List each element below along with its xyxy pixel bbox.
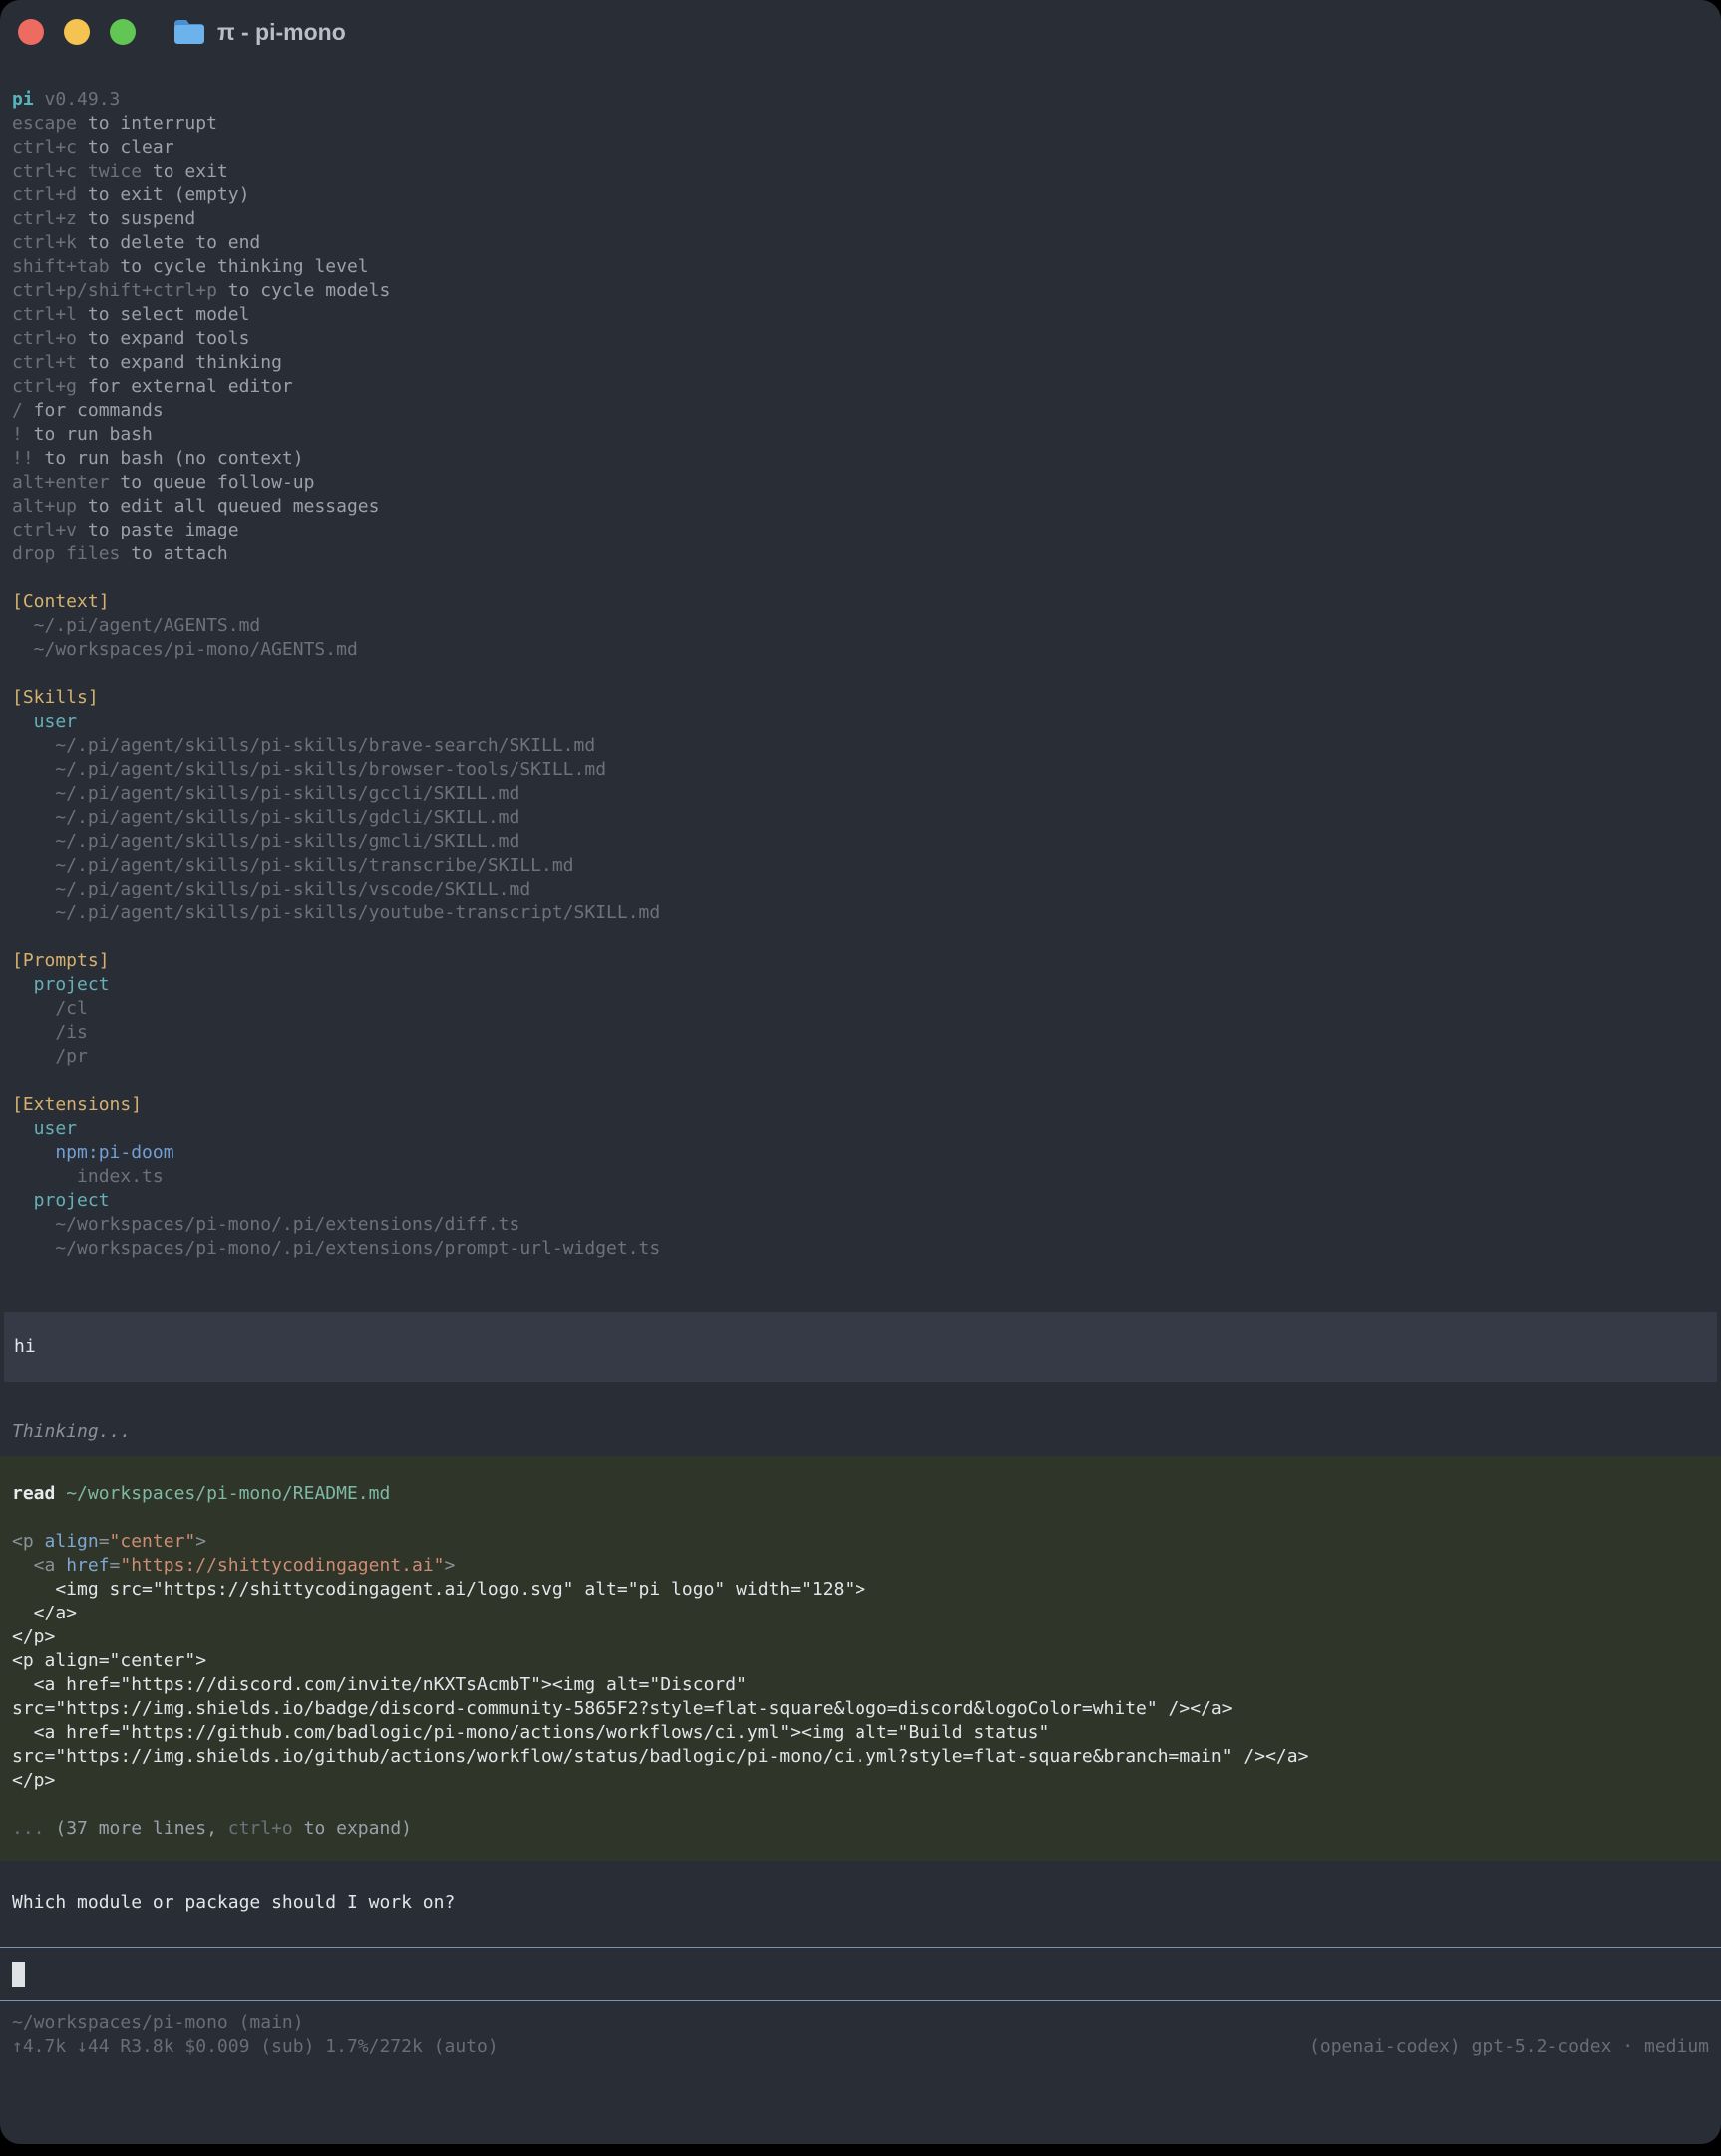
terminal-line: ~/.pi/agent/skills/pi-skills/brave-searc… [12, 734, 1709, 758]
terminal-line: ctrl+d to exit (empty) [12, 183, 1709, 207]
terminal-line: !! to run bash (no context) [12, 447, 1709, 471]
window-title: π - pi-mono [217, 20, 346, 44]
terminal-line: ~/workspaces/pi-mono/.pi/extensions/prom… [12, 1237, 1709, 1260]
terminal-window: π - pi-mono pi v0.49.3escape to interrup… [0, 0, 1721, 2144]
terminal-line: [Prompts] [12, 949, 1709, 973]
session-info-block: pi v0.49.3escape to interruptctrl+c to c… [0, 64, 1721, 1260]
terminal-line: src="https://img.shields.io/github/actio… [12, 1745, 1709, 1769]
terminal-line [12, 566, 1709, 590]
terminal-line: ctrl+c twice to exit [12, 160, 1709, 183]
terminal-line: alt+up to edit all queued messages [12, 495, 1709, 519]
terminal-line: ~/.pi/agent/skills/pi-skills/youtube-tra… [12, 901, 1709, 925]
terminal-line: ~/.pi/agent/skills/pi-skills/gmcli/SKILL… [12, 830, 1709, 854]
terminal-line: npm:pi-doom [12, 1141, 1709, 1165]
status-model: (openai-codex) gpt-5.2-codex · medium [1309, 2035, 1709, 2059]
terminal-line: drop files to attach [12, 542, 1709, 566]
terminal-line: </p> [12, 1625, 1709, 1649]
terminal-line: ctrl+z to suspend [12, 207, 1709, 231]
terminal-content: pi v0.49.3escape to interruptctrl+c to c… [0, 64, 1721, 2059]
terminal-line: <a href="https://discord.com/invite/nKXT… [12, 1673, 1709, 1697]
terminal-line: /pr [12, 1045, 1709, 1069]
terminal-line [12, 1069, 1709, 1093]
terminal-line: project [12, 1189, 1709, 1213]
terminal-line: </a> [12, 1602, 1709, 1625]
terminal-line: ~/workspaces/pi-mono/AGENTS.md [12, 638, 1709, 662]
assistant-message: Which module or package should I work on… [12, 1891, 1709, 1915]
terminal-line: index.ts [12, 1165, 1709, 1189]
text-cursor-icon [12, 1962, 25, 1987]
terminal-line: ~/.pi/agent/skills/pi-skills/gdcli/SKILL… [12, 806, 1709, 830]
maximize-button[interactable] [110, 19, 136, 45]
title-bar: π - pi-mono [0, 0, 1721, 64]
terminal-line: ctrl+t to expand thinking [12, 351, 1709, 375]
terminal-line: project [12, 973, 1709, 997]
status-row: ↑4.7k ↓44 R3.8k $0.009 (sub) 1.7%/272k (… [12, 2035, 1709, 2059]
terminal-line [12, 662, 1709, 686]
prompt-input[interactable] [0, 1947, 1721, 2001]
terminal-line: escape to interrupt [12, 112, 1709, 136]
terminal-line: / for commands [12, 399, 1709, 423]
terminal-line [12, 925, 1709, 949]
terminal-line: ctrl+o to expand tools [12, 327, 1709, 351]
terminal-line: shift+tab to cycle thinking level [12, 255, 1709, 279]
terminal-line: ~/.pi/agent/skills/pi-skills/browser-too… [12, 758, 1709, 782]
terminal-line: src="https://img.shields.io/badge/discor… [12, 1697, 1709, 1721]
minimize-button[interactable] [64, 19, 90, 45]
terminal-line: ! to run bash [12, 423, 1709, 447]
folder-icon [173, 19, 205, 45]
terminal-line: <p align="center"> [12, 1530, 1709, 1554]
terminal-line: <p align="center"> [12, 1649, 1709, 1673]
terminal-line: [Skills] [12, 686, 1709, 710]
read-tool-block: read ~/workspaces/pi-mono/README.md <p a… [0, 1456, 1721, 1861]
terminal-line: <a href="https://shittycodingagent.ai"> [12, 1554, 1709, 1578]
terminal-line: read ~/workspaces/pi-mono/README.md [12, 1482, 1709, 1506]
terminal-line: [Extensions] [12, 1093, 1709, 1117]
terminal-line [12, 1506, 1709, 1530]
terminal-line: ~/.pi/agent/skills/pi-skills/gccli/SKILL… [12, 782, 1709, 806]
terminal-line: ~/.pi/agent/AGENTS.md [12, 614, 1709, 638]
terminal-line: pi v0.49.3 [12, 88, 1709, 112]
terminal-line [12, 1793, 1709, 1817]
terminal-line: [Context] [12, 590, 1709, 614]
terminal-line: ~/.pi/agent/skills/pi-skills/vscode/SKIL… [12, 878, 1709, 901]
terminal-line: ~/.pi/agent/skills/pi-skills/transcribe/… [12, 854, 1709, 878]
terminal-line: alt+enter to queue follow-up [12, 471, 1709, 495]
terminal-line: ctrl+p/shift+ctrl+p to cycle models [12, 279, 1709, 303]
terminal-line: ctrl+k to delete to end [12, 231, 1709, 255]
thinking-indicator: Thinking... [12, 1420, 1709, 1444]
terminal-line: user [12, 1117, 1709, 1141]
terminal-line: /is [12, 1021, 1709, 1045]
terminal-line: </p> [12, 1769, 1709, 1793]
terminal-line: <a href="https://github.com/badlogic/pi-… [12, 1721, 1709, 1745]
terminal-line: user [12, 710, 1709, 734]
terminal-line: /cl [12, 997, 1709, 1021]
user-message-text: hi [14, 1336, 36, 1357]
close-button[interactable] [18, 19, 44, 45]
status-bar: ~/workspaces/pi-mono (main) ↑4.7k ↓44 R3… [0, 2001, 1721, 2059]
user-message: hi [4, 1312, 1717, 1382]
terminal-line: ctrl+l to select model [12, 303, 1709, 327]
terminal-line: ctrl+v to paste image [12, 519, 1709, 542]
terminal-line: ~/workspaces/pi-mono/.pi/extensions/diff… [12, 1213, 1709, 1237]
status-token-stats: ↑4.7k ↓44 R3.8k $0.009 (sub) 1.7%/272k (… [12, 2035, 499, 2059]
terminal-line: ctrl+g for external editor [12, 375, 1709, 399]
status-cwd: ~/workspaces/pi-mono (main) [12, 2011, 1709, 2035]
terminal-line: ctrl+c to clear [12, 136, 1709, 160]
terminal-line: <img src="https://shittycodingagent.ai/l… [12, 1578, 1709, 1602]
terminal-line: ... (37 more lines, ctrl+o to expand) [12, 1817, 1709, 1841]
